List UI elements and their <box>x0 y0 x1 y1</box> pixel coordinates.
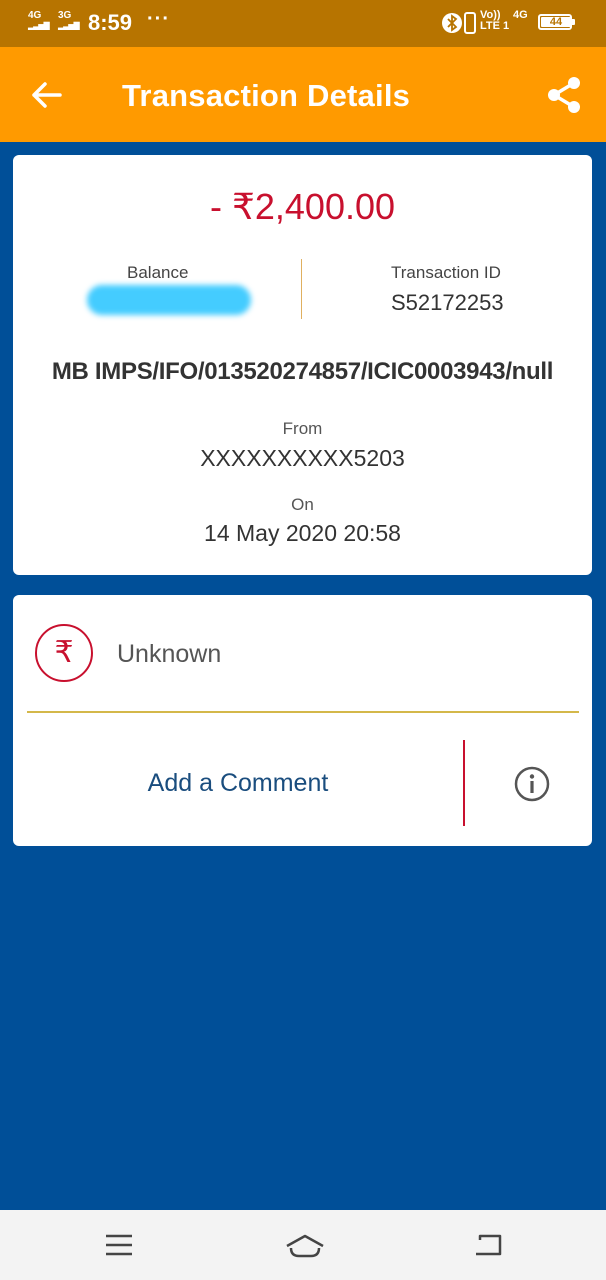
battery-level: 44 <box>541 17 571 28</box>
app-bar: Transaction Details <box>0 47 606 142</box>
battery-icon: 44 <box>538 14 575 30</box>
arrow-left-icon <box>32 82 62 108</box>
balance-value-redacted <box>87 285 251 315</box>
home-button[interactable] <box>283 1230 324 1260</box>
more-notifications-icon: ··· <box>147 8 170 30</box>
volte-indicator: Vo)) LTE 1 <box>480 9 510 32</box>
share-icon <box>548 77 580 113</box>
menu-icon <box>106 1234 132 1256</box>
from-label: From <box>282 419 323 438</box>
clock: 8:59 <box>88 10 133 35</box>
transaction-amount: - ₹2,400.00 <box>209 186 396 227</box>
recent-apps-button[interactable] <box>100 1230 140 1260</box>
divider <box>463 740 465 826</box>
share-button[interactable] <box>544 75 584 115</box>
back-button[interactable] <box>28 77 68 113</box>
divider <box>301 259 302 319</box>
date-label: On <box>291 495 314 514</box>
page-title: Transaction Details <box>122 78 411 113</box>
system-nav-bar <box>0 1210 606 1280</box>
bluetooth-icon <box>442 13 462 33</box>
info-icon <box>514 766 550 802</box>
network-indicator-1: 4G ▂▃▅▇ <box>28 10 50 31</box>
back-icon <box>476 1234 502 1256</box>
status-bar: 4G ▂▃▅▇ 3G ▂▃▅▇ 8:59 ··· Vo)) LTE 1 4G 4… <box>0 0 606 47</box>
category-label: Unknown <box>117 640 222 668</box>
category-selector[interactable]: ₹ Unknown <box>13 595 592 712</box>
phone-vibrate-icon <box>464 12 476 34</box>
category-comment-card: ₹ Unknown Add a Comment <box>13 595 592 846</box>
add-comment-button[interactable]: Add a Comment <box>13 713 463 846</box>
add-comment-label: Add a Comment <box>147 769 329 797</box>
balance-label: Balance <box>127 263 189 282</box>
home-icon <box>286 1234 324 1258</box>
transaction-id-value: S52172253 <box>391 290 504 315</box>
transaction-date: 14 May 2020 20:58 <box>204 520 401 546</box>
from-account: XXXXXXXXXX5203 <box>200 445 405 471</box>
transaction-id-label: Transaction ID <box>391 263 501 282</box>
info-button[interactable] <box>513 765 551 803</box>
back-nav-button[interactable] <box>470 1230 510 1260</box>
transaction-narration: MB IMPS/IFO/013520274857/ICIC0003943/nul… <box>51 358 554 385</box>
rupee-icon: ₹ <box>35 624 93 682</box>
transaction-summary-card: - ₹2,400.00 Balance Transaction ID S5217… <box>13 155 592 575</box>
network-indicator-2: 3G ▂▃▅▇ <box>58 10 80 31</box>
network-indicator-3: 4G <box>513 9 528 21</box>
